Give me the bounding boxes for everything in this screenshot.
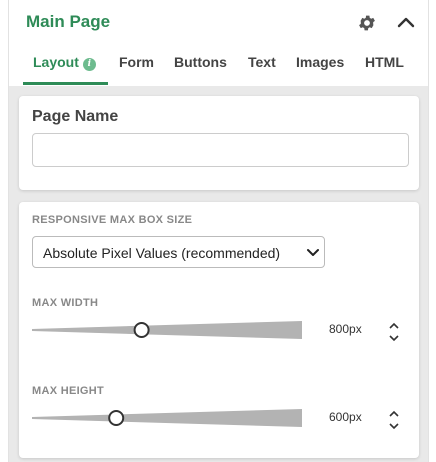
step-up-icon xyxy=(389,410,399,417)
tab-buttons[interactable]: Buttons xyxy=(174,54,227,70)
max-height-slider[interactable] xyxy=(32,408,302,428)
max-height-stepper[interactable] xyxy=(387,407,401,433)
tab-text[interactable]: Text xyxy=(248,54,276,70)
chevron-up-icon[interactable] xyxy=(396,14,416,30)
max-width-value: 800px xyxy=(329,322,362,336)
tab-html[interactable]: HTML xyxy=(365,54,404,70)
max-width-stepper[interactable] xyxy=(387,319,401,345)
slider-track xyxy=(32,409,302,427)
step-down-icon xyxy=(389,335,399,342)
step-up-icon xyxy=(389,322,399,329)
step-down-icon xyxy=(389,423,399,430)
max-width-label: MAX WIDTH xyxy=(32,297,99,309)
panel-header: Main Page xyxy=(9,0,428,44)
page-name-input[interactable] xyxy=(32,133,409,167)
tab-content: Page Name RESPONSIVE MAX BOX SIZE Absolu… xyxy=(9,86,428,462)
gear-icon[interactable] xyxy=(357,13,377,33)
main-page-panel: Main Page Layout i Form Buttons Text Imag… xyxy=(8,0,429,462)
chevron-down-icon xyxy=(307,249,319,256)
max-height-value: 600px xyxy=(329,410,362,424)
page-name-card: Page Name xyxy=(19,96,419,190)
tab-layout[interactable]: Layout i xyxy=(33,54,96,71)
slider-track xyxy=(32,321,302,339)
box-size-card: RESPONSIVE MAX BOX SIZE Absolute Pixel V… xyxy=(19,202,419,458)
tab-label: Layout xyxy=(33,54,79,70)
tab-bar: Layout i Form Buttons Text Images HTML xyxy=(9,44,428,85)
responsive-size-select[interactable]: Absolute Pixel Values (recommended) xyxy=(32,236,325,268)
active-tab-indicator xyxy=(23,82,108,85)
info-icon[interactable]: i xyxy=(82,58,96,71)
responsive-size-label: RESPONSIVE MAX BOX SIZE xyxy=(32,214,193,226)
max-height-label: MAX HEIGHT xyxy=(32,385,105,397)
panel-title: Main Page xyxy=(26,12,111,31)
tab-form[interactable]: Form xyxy=(119,54,154,70)
slider-handle[interactable] xyxy=(108,410,125,426)
select-value: Absolute Pixel Values (recommended) xyxy=(43,245,281,261)
page-name-label: Page Name xyxy=(32,108,119,125)
slider-handle[interactable] xyxy=(133,322,150,338)
tab-images[interactable]: Images xyxy=(296,54,344,70)
max-width-slider[interactable] xyxy=(32,320,302,340)
